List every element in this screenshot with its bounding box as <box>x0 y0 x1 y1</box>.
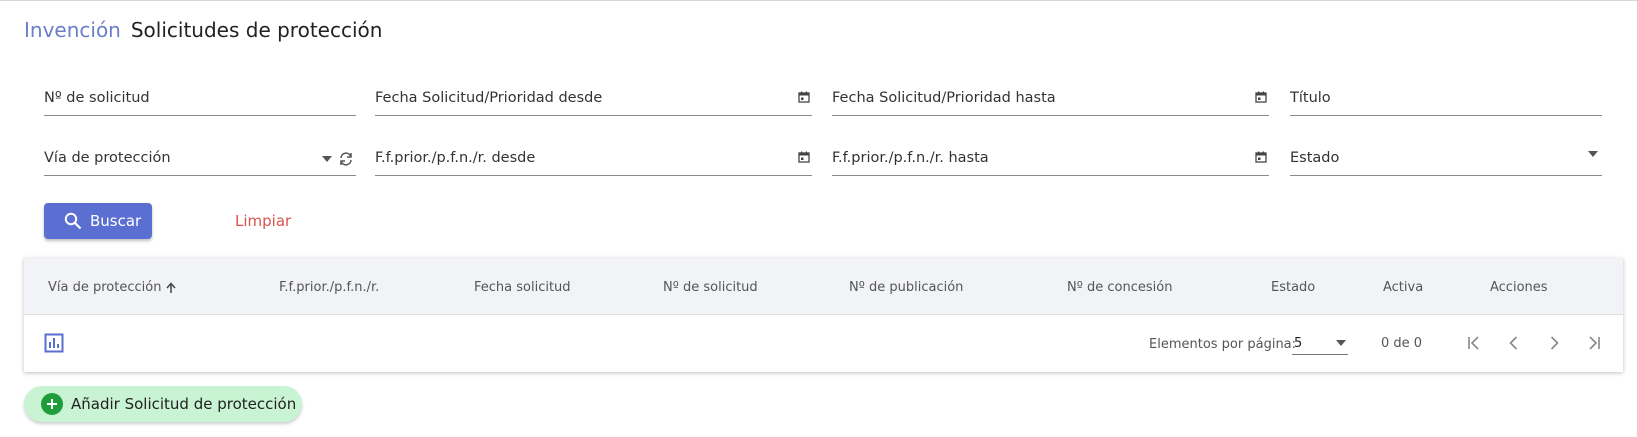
calendar-icon[interactable] <box>798 91 810 103</box>
last-page-button[interactable] <box>1580 329 1608 357</box>
page-header: Invención Solicitudes de protección <box>24 18 382 42</box>
fecha-hasta-field[interactable]: Fecha Solicitud/Prioridad hasta <box>832 76 1269 116</box>
chevron-right-icon <box>1550 336 1559 350</box>
via-proteccion-select[interactable]: Vía de protección <box>44 136 356 176</box>
arrow-drop-down-icon <box>1336 340 1346 346</box>
calendar-icon[interactable] <box>1255 151 1267 163</box>
table-footer: Elementos por página: 5 0 de 0 <box>24 315 1623 372</box>
titulo-label: Título <box>1290 90 1331 106</box>
arrow-drop-down-icon[interactable] <box>1588 151 1598 157</box>
calendar-icon[interactable] <box>798 151 810 163</box>
ff-hasta-label: F.f.prior./p.f.n./r. hasta <box>832 150 989 166</box>
column-header-fecha[interactable]: Fecha solicitud <box>474 280 571 295</box>
refresh-icon[interactable] <box>338 151 354 167</box>
first-page-icon <box>1468 336 1479 350</box>
next-page-button[interactable] <box>1540 329 1568 357</box>
fecha-desde-field[interactable]: Fecha Solicitud/Prioridad desde <box>375 76 812 116</box>
breadcrumb[interactable]: Invención <box>24 18 121 42</box>
ff-desde-field[interactable]: F.f.prior./p.f.n./r. desde <box>375 136 812 176</box>
arrow-upward-icon <box>166 281 177 293</box>
last-page-icon <box>1589 336 1600 350</box>
results-table: Vía de protección F.f.prior./p.f.n./r. F… <box>24 258 1623 372</box>
page-title: Solicitudes de protección <box>130 18 383 42</box>
add-solicitud-label: Añadir Solicitud de protección <box>71 395 297 413</box>
fecha-hasta-label: Fecha Solicitud/Prioridad hasta <box>832 90 1056 106</box>
page-size-value: 5 <box>1294 336 1303 351</box>
column-header-acciones: Acciones <box>1490 280 1548 295</box>
column-header-via[interactable]: Vía de protección <box>48 280 177 295</box>
solicitud-number-label: Nº de solicitud <box>44 90 150 106</box>
column-header-concesion[interactable]: Nº de concesión <box>1067 280 1172 295</box>
column-header-estado[interactable]: Estado <box>1271 280 1315 295</box>
estado-select[interactable]: Estado <box>1290 136 1602 176</box>
top-divider <box>0 0 1637 1</box>
ff-hasta-field[interactable]: F.f.prior./p.f.n./r. hasta <box>832 136 1269 176</box>
fecha-desde-label: Fecha Solicitud/Prioridad desde <box>375 90 603 106</box>
search-icon <box>64 212 82 230</box>
column-header-solicitud[interactable]: Nº de solicitud <box>663 280 758 295</box>
previous-page-button[interactable] <box>1500 329 1528 357</box>
column-header-publicacion[interactable]: Nº de publicación <box>849 280 963 295</box>
calendar-icon[interactable] <box>1255 91 1267 103</box>
bar-chart-icon[interactable] <box>44 333 64 353</box>
add-solicitud-button[interactable]: Añadir Solicitud de protección <box>24 386 302 422</box>
chevron-left-icon <box>1509 336 1518 350</box>
solicitud-number-field[interactable]: Nº de solicitud <box>44 76 356 116</box>
via-proteccion-label: Vía de protección <box>44 150 171 166</box>
search-button-label: Buscar <box>90 212 142 230</box>
estado-label: Estado <box>1290 150 1340 166</box>
arrow-drop-down-icon[interactable] <box>322 156 332 162</box>
items-per-page-label: Elementos por página: <box>1149 337 1297 352</box>
ff-desde-label: F.f.prior./p.f.n./r. desde <box>375 150 536 166</box>
column-header-activa[interactable]: Activa <box>1383 280 1423 295</box>
add-circle-icon <box>41 393 63 415</box>
column-header-ff[interactable]: F.f.prior./p.f.n./r. <box>279 280 379 295</box>
search-button[interactable]: Buscar <box>44 203 152 239</box>
titulo-field[interactable]: Título <box>1290 76 1602 116</box>
first-page-button[interactable] <box>1460 329 1488 357</box>
page-range: 0 de 0 <box>1381 336 1423 351</box>
table-header: Vía de protección F.f.prior./p.f.n./r. F… <box>24 258 1623 315</box>
clear-button[interactable]: Limpiar <box>235 212 291 230</box>
page-size-select[interactable]: 5 <box>1292 331 1348 355</box>
